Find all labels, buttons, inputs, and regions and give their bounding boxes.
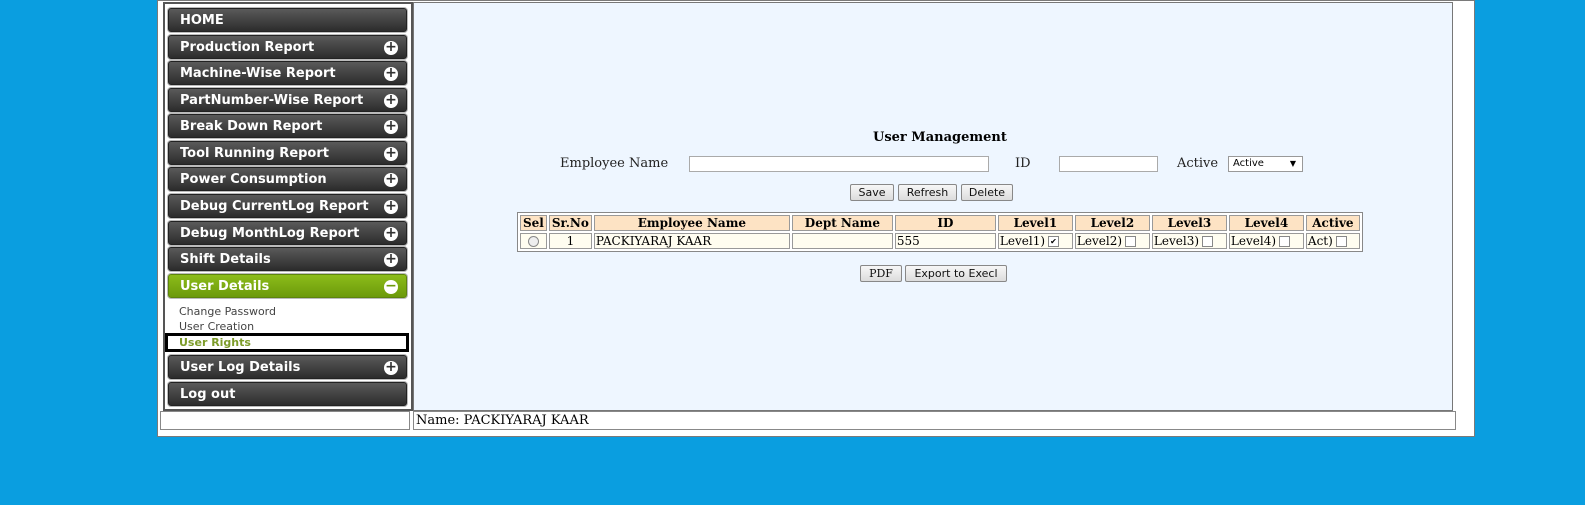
- nav-home[interactable]: HOME: [168, 8, 407, 32]
- nav-label: Break Down Report: [180, 119, 323, 134]
- active-select-value: Active: [1233, 158, 1264, 169]
- selection-highlight: [165, 333, 409, 352]
- nav-log-out[interactable]: Log out: [168, 382, 407, 406]
- header-active: Active: [1305, 215, 1360, 231]
- employee-name-label: Employee Name: [560, 156, 669, 171]
- row-radio[interactable]: [527, 236, 539, 247]
- id-label: ID: [1015, 156, 1031, 171]
- row-dept-name: [791, 233, 893, 249]
- active-cb-label: Act): [1307, 234, 1333, 248]
- pdf-button[interactable]: PDF: [860, 265, 902, 282]
- nav-label: Debug CurrentLog Report: [180, 199, 369, 214]
- footer-left-cell: [160, 411, 410, 430]
- id-input[interactable]: [1059, 156, 1158, 172]
- header-dept-name: Dept Name: [791, 215, 893, 231]
- nav-label: Debug MonthLog Report: [180, 226, 360, 241]
- plus-icon: +: [384, 359, 398, 375]
- row-id: 555: [894, 233, 996, 249]
- row-level2: Level2): [1074, 233, 1150, 249]
- nav-debug-currentlog-report[interactable]: Debug CurrentLog Report +: [168, 194, 407, 218]
- row-level1: Level1) ✔: [997, 233, 1073, 249]
- active-select[interactable]: Active ▼: [1228, 156, 1303, 172]
- employee-name-input[interactable]: [689, 156, 989, 172]
- plus-icon: +: [384, 251, 398, 267]
- plus-icon: +: [384, 65, 398, 81]
- nav-debug-monthlog-report[interactable]: Debug MonthLog Report +: [168, 221, 407, 245]
- nav-production-report[interactable]: Production Report +: [168, 35, 407, 59]
- delete-button[interactable]: Delete: [961, 184, 1013, 201]
- nav-label: User Log Details: [180, 360, 301, 375]
- nav-label: Power Consumption: [180, 172, 327, 187]
- export-excel-button[interactable]: Export to Execl: [905, 265, 1007, 282]
- save-button[interactable]: Save: [850, 184, 894, 201]
- plus-icon: +: [384, 145, 398, 161]
- header-id: ID: [894, 215, 996, 231]
- plus-icon: +: [384, 198, 398, 214]
- header-srno: Sr.No: [548, 215, 592, 231]
- row-srno: 1: [548, 233, 592, 249]
- minus-icon: −: [384, 278, 398, 294]
- dropdown-caret-icon: ▼: [1289, 159, 1296, 168]
- header-sel: Sel: [520, 215, 547, 231]
- nav-user-log-details[interactable]: User Log Details +: [168, 355, 407, 379]
- nav-power-consumption[interactable]: Power Consumption +: [168, 167, 407, 191]
- plus-icon: +: [384, 39, 398, 55]
- table-header-row: Sel Sr.No Employee Name Dept Name ID Lev…: [520, 215, 1360, 231]
- sub-change-password[interactable]: Change Password: [179, 305, 276, 318]
- plus-icon: +: [384, 118, 398, 134]
- sidebar: HOME Production Report + Machine-Wise Rep…: [163, 2, 413, 411]
- level3-checkbox[interactable]: [1202, 236, 1214, 247]
- nav-label: Log out: [180, 387, 236, 402]
- plus-icon: +: [384, 92, 398, 108]
- row-level3: Level3): [1151, 233, 1227, 249]
- plus-icon: +: [384, 171, 398, 187]
- nav-machine-wise-report[interactable]: Machine-Wise Report +: [168, 61, 407, 85]
- nav-label: HOME: [180, 13, 224, 28]
- refresh-button[interactable]: Refresh: [898, 184, 957, 201]
- sub-user-creation[interactable]: User Creation: [179, 320, 254, 333]
- row-select-cell[interactable]: [520, 233, 547, 249]
- main-content: [413, 2, 1453, 411]
- header-level4: Level4: [1228, 215, 1304, 231]
- footer-user-name: Name: PACKIYARAJ KAAR: [413, 411, 1456, 430]
- nav-label: Production Report: [180, 40, 315, 55]
- header-level3: Level3: [1151, 215, 1227, 231]
- page-title: User Management: [873, 130, 1007, 145]
- level3-label: Level3): [1153, 234, 1200, 248]
- nav-shift-details[interactable]: Shift Details +: [168, 247, 407, 271]
- header-employee-name: Employee Name: [593, 215, 790, 231]
- level4-checkbox[interactable]: [1279, 236, 1291, 247]
- nav-tool-running-report[interactable]: Tool Running Report +: [168, 141, 407, 165]
- nav-partnumber-wise-report[interactable]: PartNumber-Wise Report +: [168, 88, 407, 112]
- level2-checkbox[interactable]: [1125, 236, 1137, 247]
- header-level2: Level2: [1074, 215, 1150, 231]
- level4-label: Level4): [1230, 234, 1277, 248]
- nav-user-details[interactable]: User Details −: [168, 274, 407, 298]
- level1-checkbox[interactable]: ✔: [1048, 236, 1060, 247]
- nav-label: Machine-Wise Report: [180, 66, 336, 81]
- nav-label: User Details: [180, 279, 270, 294]
- nav-label: PartNumber-Wise Report: [180, 93, 364, 108]
- nav-label: Tool Running Report: [180, 146, 329, 161]
- active-checkbox[interactable]: [1335, 236, 1347, 247]
- header-level1: Level1: [997, 215, 1073, 231]
- active-label: Active: [1177, 156, 1219, 171]
- row-employee-name: PACKIYARAJ KAAR: [593, 233, 790, 249]
- row-level4: Level4): [1228, 233, 1304, 249]
- row-active: Act): [1305, 233, 1360, 249]
- level1-label: Level1): [999, 234, 1046, 248]
- table-row: 1 PACKIYARAJ KAAR 555 Level1) ✔ Level2) L…: [520, 233, 1360, 249]
- user-rights-table: Sel Sr.No Employee Name Dept Name ID Lev…: [517, 212, 1363, 252]
- plus-icon: +: [384, 225, 398, 241]
- nav-label: Shift Details: [180, 252, 271, 267]
- nav-break-down-report[interactable]: Break Down Report +: [168, 114, 407, 138]
- level2-label: Level2): [1076, 234, 1123, 248]
